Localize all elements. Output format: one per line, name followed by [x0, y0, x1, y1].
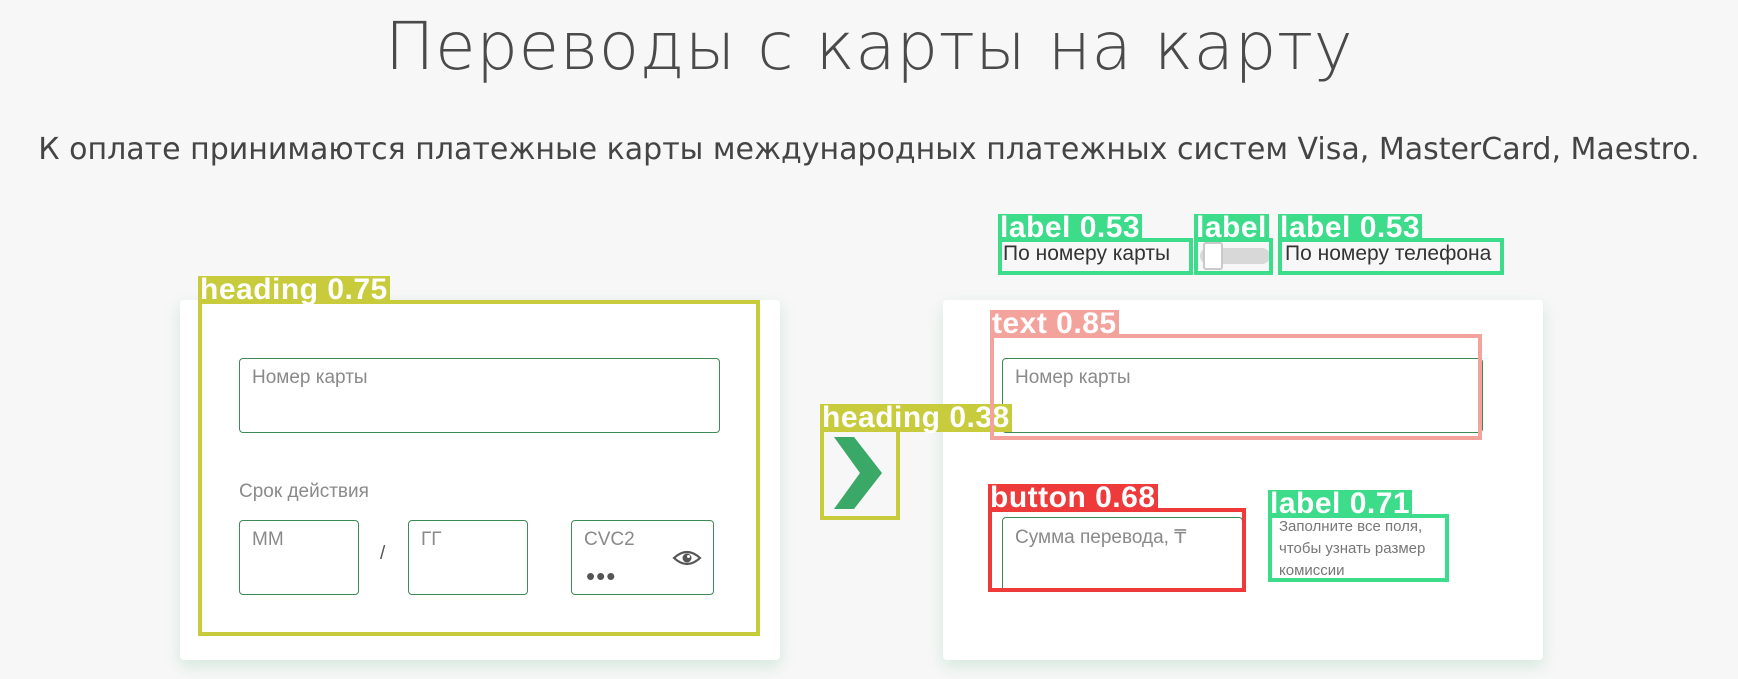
page-title: Переводы с карты на карту: [384, 8, 1354, 85]
detection-tag-sender-heading: heading 0.75: [198, 273, 390, 306]
detection-box-amount: [988, 508, 1246, 592]
detection-tag-arrow-heading: heading 0.38: [820, 401, 1012, 434]
detection-tag-commission-note: label 0.71: [1268, 487, 1413, 520]
detection-tag-mode-card: label 0.53: [998, 211, 1143, 244]
detection-box-arrow-heading: [820, 428, 900, 520]
detection-tag-amount: button 0.68: [988, 481, 1158, 514]
page-subtitle: К оплате принимаются платежные карты меж…: [38, 132, 1700, 167]
detection-tag-mode-toggle: label: [1194, 211, 1269, 244]
detection-box-recipient-card-number: [990, 334, 1482, 440]
detection-tag-mode-phone: label 0.53: [1278, 211, 1423, 244]
detection-box-commission-note: [1268, 514, 1449, 582]
detection-tag-recipient-card-number: text 0.85: [990, 307, 1119, 340]
detection-box-sender-heading: [198, 300, 760, 636]
